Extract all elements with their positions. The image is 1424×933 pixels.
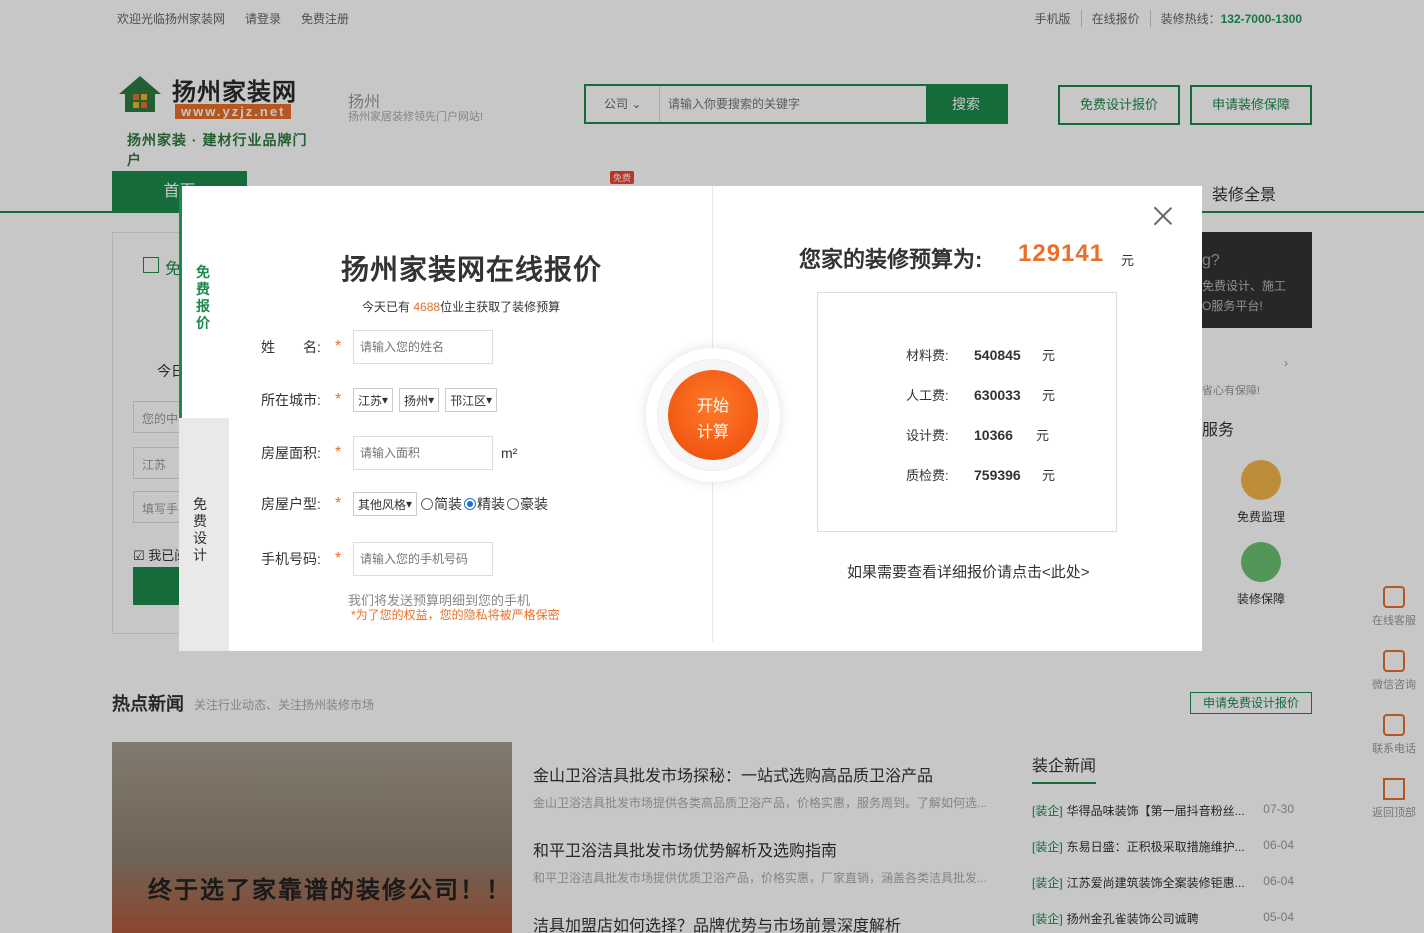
type-row: 房屋户型: * 其他风格 ▾ 简装 精装 豪装 xyxy=(261,492,548,516)
required-star: * xyxy=(335,550,342,567)
radio-fine[interactable]: 精装 xyxy=(464,494,505,514)
radio-luxury[interactable]: 豪装 xyxy=(507,494,548,514)
chevron-down-icon: ▾ xyxy=(428,393,435,407)
phone-input[interactable] xyxy=(353,542,493,576)
chevron-down-icon: ▾ xyxy=(382,393,389,407)
quote-modal: 免费报价 免费设计 扬州家装网在线报价 今天已有 4688位业主获取了装修预算 … xyxy=(179,186,1202,651)
required-star: * xyxy=(335,338,342,355)
name-label: 姓 名: xyxy=(261,339,321,355)
type-label: 房屋户型: xyxy=(261,496,321,512)
chevron-down-icon: ▾ xyxy=(486,393,493,407)
cost-row-material: 材料费: 540845 元 xyxy=(906,346,1056,364)
result-title: 您家的装修预算为: xyxy=(799,247,983,272)
privacy-note: *为了您的权益，您的隐私将被严格保密 xyxy=(351,608,560,622)
area-label: 房屋面积: xyxy=(261,445,321,461)
tab-free-quote[interactable]: 免费报价 xyxy=(179,186,229,418)
cost-row-labor: 人工费: 630033 元 xyxy=(906,386,1056,404)
area-row: 房屋面积: * m² xyxy=(261,436,517,470)
cost-row-design: 设计费: 10366 元 xyxy=(906,426,1050,444)
required-star: * xyxy=(335,495,342,512)
result-total: 129141 xyxy=(1018,240,1105,267)
modal-tabs: 免费报价 免费设计 xyxy=(179,186,229,651)
city-row: 所在城市: * 江苏 ▾ 扬州 ▾ 邗江区 ▾ xyxy=(261,388,503,412)
phone-row: 手机号码: * xyxy=(261,542,493,576)
required-star: * xyxy=(335,444,342,461)
style-select[interactable]: 其他风格 ▾ xyxy=(353,492,418,516)
name-row: 姓 名: * xyxy=(261,330,493,364)
phone-label: 手机号码: xyxy=(261,551,321,567)
province-select[interactable]: 江苏 ▾ xyxy=(353,388,394,412)
area-unit: m² xyxy=(501,445,518,461)
cost-row-inspection: 质检费: 759396 元 xyxy=(906,466,1056,484)
area-input[interactable] xyxy=(353,436,493,470)
chevron-down-icon: ▾ xyxy=(406,497,413,511)
radio-simple[interactable]: 简装 xyxy=(421,494,462,514)
cost-breakdown: 材料费: 540845 元 人工费: 630033 元 设计费: 10366 元 质检费: 7… xyxy=(817,292,1117,532)
close-icon[interactable] xyxy=(1153,206,1173,226)
city-label: 所在城市: xyxy=(261,392,321,408)
district-select[interactable]: 邗江区 ▾ xyxy=(445,388,498,412)
city-select[interactable]: 扬州 ▾ xyxy=(399,388,440,412)
detail-quote-link[interactable]: 如果需要查看详细报价请点击<此处> xyxy=(847,561,1090,582)
required-star: * xyxy=(335,391,342,408)
modal-title: 扬州家装网在线报价 xyxy=(341,254,603,285)
modal-subtitle: 今天已有 4688位业主获取了装修预算 xyxy=(362,300,561,314)
name-input[interactable] xyxy=(353,330,493,364)
result-unit: 元 xyxy=(1121,253,1135,268)
tab-free-design[interactable]: 免费设计 xyxy=(179,418,229,651)
calc-button-ring: 开始 计算 xyxy=(646,348,780,482)
start-calc-button[interactable]: 开始 计算 xyxy=(668,370,758,460)
